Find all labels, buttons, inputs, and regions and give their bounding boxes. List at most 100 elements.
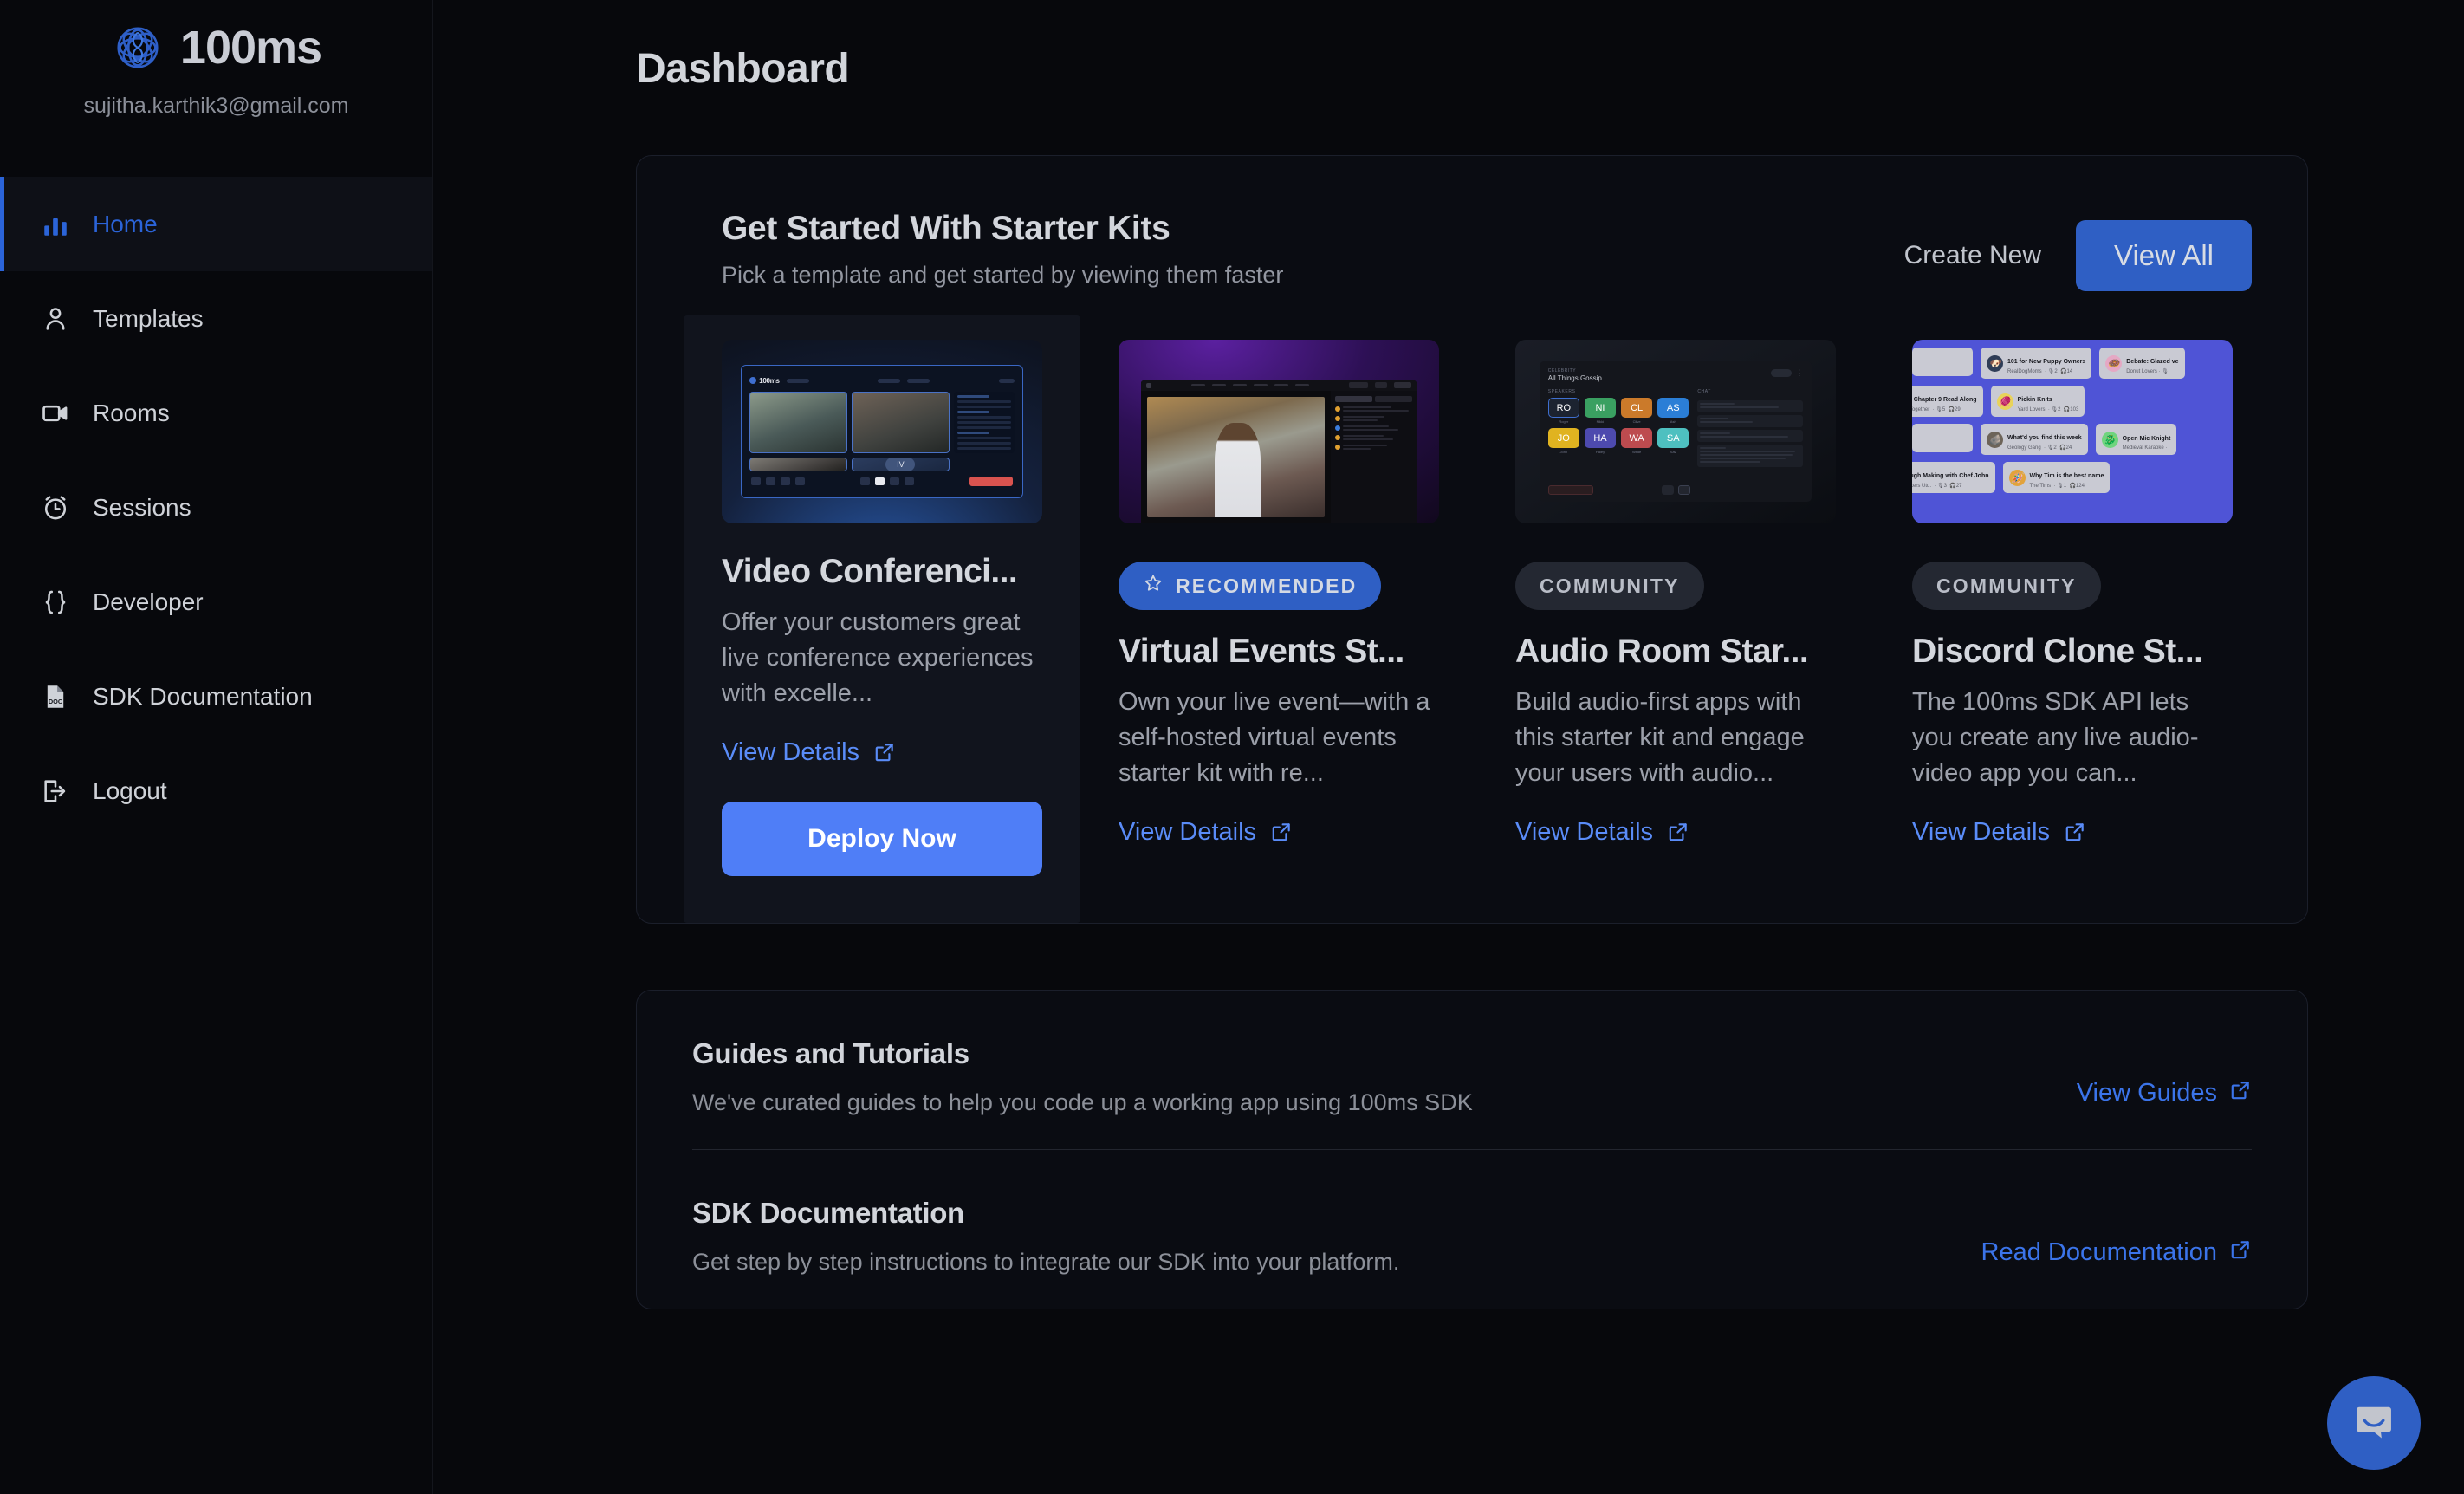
speaker-tile: AS Ash bbox=[1657, 398, 1689, 424]
speaker-initials: CL bbox=[1621, 398, 1653, 419]
badge-label: RECOMMENDED bbox=[1176, 574, 1358, 597]
room-title: Debate: Glazed ve bbox=[2126, 359, 2179, 365]
room-listeners: 14 bbox=[2066, 369, 2073, 374]
view-details-label: View Details bbox=[1515, 817, 1654, 846]
external-link-icon bbox=[873, 741, 896, 763]
sidebar-item-developer[interactable]: Developer bbox=[0, 555, 432, 649]
starter-kits-heading-group: Get Started With Starter Kits Pick a tem… bbox=[722, 210, 1283, 289]
speaker-tile: WA Wade bbox=[1621, 428, 1653, 455]
sidebar-item-label: Home bbox=[93, 210, 158, 237]
external-link-icon bbox=[2229, 1079, 2252, 1108]
resources-panel: Guides and Tutorials We've curated guide… bbox=[636, 989, 2308, 1309]
view-details-link[interactable]: View Details bbox=[1912, 818, 2233, 847]
discord-room-card: Sourdough Making with Chef John Bread Ba… bbox=[1912, 462, 1995, 493]
discord-clone-preview-thumbnail: 🐶 101 for New Puppy Owners RealDogMoms ·… bbox=[1912, 340, 2233, 523]
discord-room-card: 🪨 What'd you find this week Geology Gang… bbox=[1981, 424, 2088, 455]
100ms-flower-logo-icon bbox=[111, 21, 165, 75]
speaker-initials: NI bbox=[1584, 398, 1617, 419]
speaker-name: Wade bbox=[1631, 450, 1642, 455]
room-group: The Tims bbox=[2029, 484, 2052, 489]
badge-label: COMMUNITY bbox=[1936, 574, 2077, 597]
view-guides-link[interactable]: View Guides bbox=[2077, 1079, 2252, 1108]
starter-kit-card-video-conferencing[interactable]: 100ms IV Video Conferenci... Offer your … bbox=[684, 315, 1080, 923]
sidebar-item-label: Rooms bbox=[93, 399, 170, 426]
room-mics: 2 bbox=[2054, 369, 2058, 374]
external-link-icon bbox=[1667, 821, 1689, 843]
sidebar-nav: Home Templates Rooms Sessions Developer … bbox=[0, 177, 432, 838]
status-badge-recommended: RECOMMENDED bbox=[1119, 562, 1382, 610]
discord-room-card: 🪅 Why Tim is the best name The Tims · 🎙1… bbox=[2002, 462, 2111, 493]
view-details-link[interactable]: View Details bbox=[1119, 818, 1439, 847]
video-conference-preview-thumbnail: 100ms IV bbox=[722, 340, 1042, 523]
brand-row[interactable]: 100ms bbox=[111, 21, 322, 75]
speaker-name: Haley bbox=[1595, 450, 1605, 455]
view-guides-label: View Guides bbox=[2076, 1079, 2217, 1108]
page-title: Dashboard bbox=[636, 46, 850, 92]
read-documentation-label: Read Documentation bbox=[1981, 1238, 2217, 1267]
discord-room-card: 🧶 Pickin Knits Yard Lovers · 🎙2 🎧103 bbox=[1990, 386, 2085, 417]
view-details-label: View Details bbox=[722, 737, 860, 766]
intercom-chat-launcher[interactable] bbox=[2327, 1376, 2421, 1470]
speaker-initials: RO bbox=[1547, 398, 1579, 419]
deploy-now-button[interactable]: Deploy Now bbox=[722, 801, 1042, 876]
starter-kits-list: 100ms IV Video Conferenci... Offer your … bbox=[684, 291, 2307, 923]
room-group: Medieval Karaoke bbox=[2122, 445, 2164, 451]
speaker-tile: RO Roger bbox=[1547, 398, 1579, 424]
view-all-button[interactable]: View All bbox=[2076, 220, 2252, 291]
speaker-tile: NI Nikki bbox=[1584, 398, 1617, 424]
room-listeners: 24 bbox=[2065, 445, 2072, 451]
speaker-initials: SA bbox=[1657, 428, 1689, 449]
thumb-speakers-label: SPEAKERS bbox=[1547, 389, 1576, 395]
discord-room-row: Wizards Chapter 9 Read Along Reading Tog… bbox=[1912, 386, 2233, 417]
account-email: sujitha.karthik3@gmail.com bbox=[83, 94, 349, 118]
starter-kit-card-discord-clone[interactable]: 🐶 101 for New Puppy Owners RealDogMoms ·… bbox=[1874, 315, 2271, 847]
video-camera-icon bbox=[39, 397, 72, 430]
view-details-link[interactable]: View Details bbox=[722, 738, 1042, 767]
starter-kit-card-audio-room[interactable]: CELEBRITY All Things Gossip ⋮ SPEAKERS R… bbox=[1477, 315, 1874, 847]
room-title: Open Mic Knight bbox=[2122, 435, 2171, 442]
sidebar-item-sdk-documentation[interactable]: DOC SDK Documentation bbox=[0, 649, 432, 744]
room-group: Donut Lovers bbox=[2126, 369, 2157, 374]
status-badge-community: COMMUNITY bbox=[1515, 562, 1704, 610]
starter-kit-card-virtual-events[interactable]: RECOMMENDED Virtual Events St... Own you… bbox=[1080, 315, 1477, 847]
sidebar-item-label: Developer bbox=[93, 588, 204, 615]
room-listeners: 124 bbox=[2075, 484, 2085, 489]
room-group: Reading Together bbox=[1912, 407, 1930, 412]
discord-room-card: 🐶 101 for New Puppy Owners RealDogMoms ·… bbox=[1981, 348, 2092, 379]
resource-block-sdk-documentation: SDK Documentation Get step by step instr… bbox=[692, 1148, 2252, 1309]
view-details-label: View Details bbox=[1912, 817, 2051, 846]
thumb-chat-label: CHAT bbox=[1697, 389, 1711, 395]
resource-title: SDK Documentation bbox=[692, 1196, 964, 1229]
starter-kits-header: Get Started With Starter Kits Pick a tem… bbox=[637, 210, 2307, 291]
room-title: Pickin Knits bbox=[2017, 397, 2052, 403]
speaker-tile: SA Sav bbox=[1657, 428, 1689, 454]
view-details-link[interactable]: View Details bbox=[1515, 818, 1836, 847]
starter-kit-description: Offer your customers great live conferen… bbox=[722, 608, 1034, 708]
create-new-button[interactable]: Create New bbox=[1904, 241, 2041, 270]
room-title: 101 for New Puppy Owners bbox=[2007, 359, 2086, 365]
status-badge-community: COMMUNITY bbox=[1912, 562, 2101, 610]
sidebar-item-templates[interactable]: Templates bbox=[0, 271, 432, 366]
room-listeners: 27 bbox=[1955, 484, 1962, 489]
sidebar-item-logout[interactable]: Logout bbox=[0, 744, 432, 838]
sidebar-item-home[interactable]: Home bbox=[0, 177, 432, 271]
room-group: Yard Lovers bbox=[2017, 407, 2046, 412]
sidebar-item-rooms[interactable]: Rooms bbox=[0, 366, 432, 460]
sidebar-item-label: SDK Documentation bbox=[93, 682, 313, 710]
discord-room-row: 🪨 What'd you find this week Geology Gang… bbox=[1912, 424, 2233, 455]
speaker-initials: JO bbox=[1547, 428, 1579, 449]
discord-room-card: 🍩 Debate: Glazed ve Donut Lovers · 🎙 bbox=[2099, 348, 2185, 379]
starter-kit-title: Discord Clone St... bbox=[1912, 633, 2203, 670]
external-link-icon bbox=[1270, 821, 1293, 843]
svg-text:DOC: DOC bbox=[49, 697, 63, 705]
star-icon bbox=[1143, 573, 1164, 599]
sidebar-item-sessions[interactable]: Sessions bbox=[0, 460, 432, 555]
starter-kit-title: Audio Room Star... bbox=[1515, 633, 1809, 670]
starter-kit-description: Build audio-first apps with this starter… bbox=[1515, 688, 1805, 788]
logout-arrow-icon bbox=[39, 775, 72, 808]
person-icon bbox=[39, 302, 72, 335]
speaker-tile: JO John bbox=[1547, 428, 1579, 454]
read-documentation-link[interactable]: Read Documentation bbox=[1981, 1238, 2252, 1268]
room-mics: 1 bbox=[2063, 484, 2067, 489]
room-title: What'd you find this week bbox=[2007, 435, 2082, 441]
